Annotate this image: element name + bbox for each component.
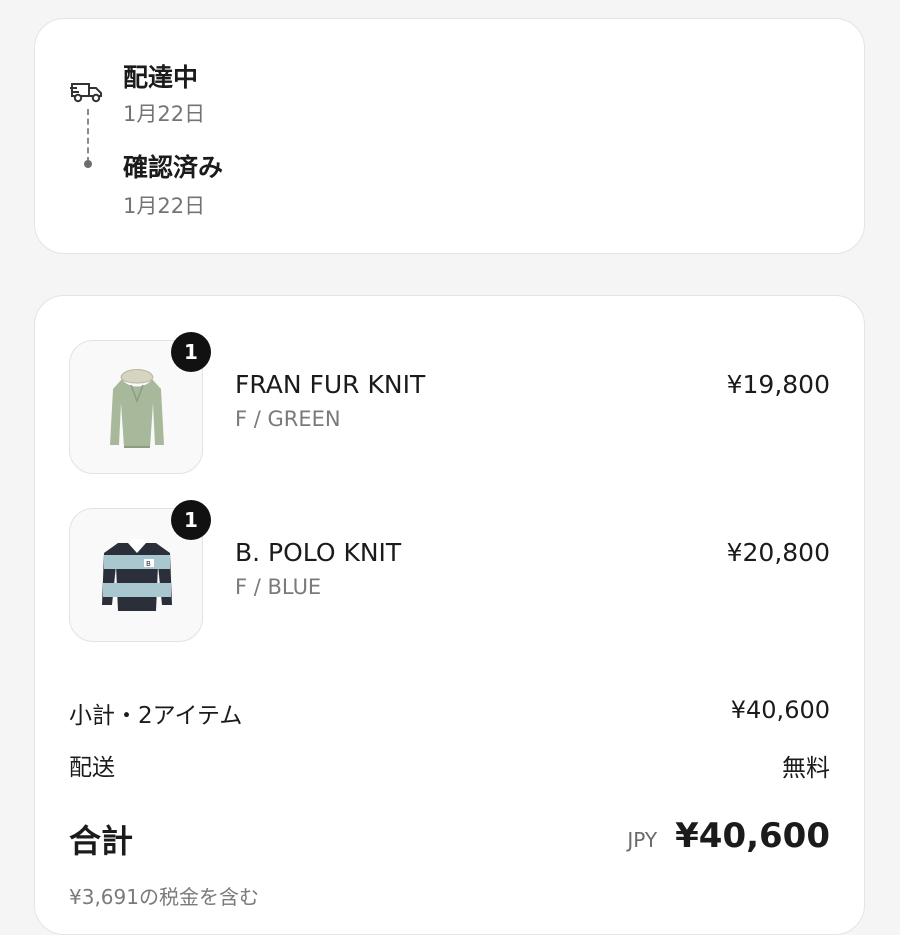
status-date-confirmed: 1月22日 bbox=[123, 194, 206, 218]
item-variant: F / GREEN bbox=[235, 407, 341, 431]
green-knit-sweater-image bbox=[110, 369, 164, 448]
total-label: 合計 bbox=[69, 822, 134, 860]
shipping-value: 無料 bbox=[782, 754, 830, 782]
tax-note: ¥3,691の税金を含む bbox=[69, 885, 259, 909]
subtotal-value: ¥40,600 bbox=[730, 696, 830, 724]
currency-code: JPY bbox=[627, 828, 658, 852]
status-date-delivering: 1月22日 bbox=[123, 102, 206, 126]
item-name[interactable]: B. POLO KNIT bbox=[235, 538, 401, 567]
svg-text:B: B bbox=[146, 560, 151, 568]
shipping-label: 配送 bbox=[69, 755, 115, 781]
quantity-badge: 1 bbox=[171, 500, 211, 540]
timeline-dot-icon bbox=[84, 160, 92, 168]
subtotal-label: 小計・2アイテム bbox=[69, 703, 243, 729]
status-title-confirmed: 確認済み bbox=[123, 153, 224, 182]
item-price: ¥20,800 bbox=[726, 538, 830, 567]
striped-polo-knit-image: B bbox=[102, 539, 172, 611]
item-price: ¥19,800 bbox=[726, 370, 830, 399]
total-value: ¥40,600 bbox=[675, 816, 830, 856]
item-variant: F / BLUE bbox=[235, 575, 322, 599]
item-name[interactable]: FRAN FUR KNIT bbox=[235, 370, 425, 399]
quantity-badge: 1 bbox=[171, 332, 211, 372]
status-title-delivering: 配達中 bbox=[123, 63, 199, 92]
timeline-connector bbox=[87, 109, 89, 163]
order-summary-card: 1 FRAN FUR KNIT F / GREEN ¥19,800 B 1 B.… bbox=[34, 295, 865, 935]
total-amount: JPY ¥40,600 bbox=[627, 816, 830, 856]
truck-icon bbox=[69, 73, 105, 107]
delivery-status-card: 配達中 1月22日 確認済み 1月22日 bbox=[34, 18, 865, 254]
